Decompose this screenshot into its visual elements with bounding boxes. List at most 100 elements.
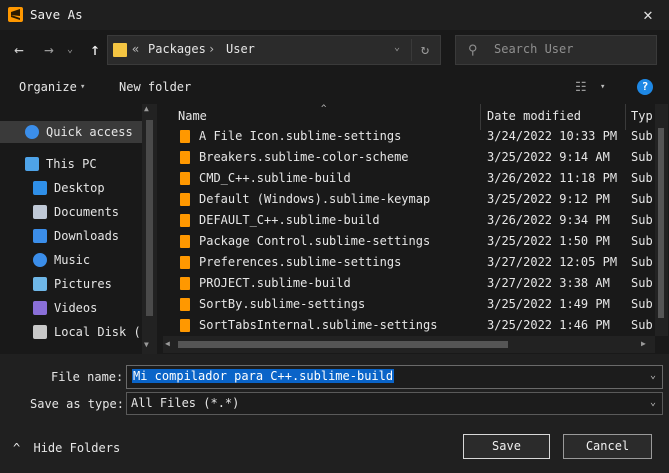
sublime-file-icon: [180, 235, 190, 248]
column-header-name[interactable]: Name: [178, 109, 207, 123]
file-row[interactable]: A File Icon.sublime-settings 3/24/2022 10…: [173, 126, 653, 147]
file-row[interactable]: SortBy.sublime-settings 3/25/2022 1:49 PM…: [173, 294, 653, 315]
column-header-type[interactable]: Typ: [631, 109, 653, 123]
address-bar[interactable]: « Packages › User ⌄ ↻: [107, 35, 441, 65]
cancel-button[interactable]: Cancel: [563, 434, 652, 459]
sublime-file-icon: [180, 319, 190, 332]
scroll-right-icon[interactable]: ▶: [641, 339, 646, 348]
close-button[interactable]: ✕: [635, 3, 661, 27]
hide-folders-label: Hide Folders: [33, 441, 121, 455]
sublime-file-icon: [180, 256, 190, 269]
date-modified-cell: 3/25/2022 1:49 PM: [487, 297, 610, 311]
save-as-type-dropdown-icon[interactable]: ⌄: [650, 397, 656, 408]
title-bar: [0, 0, 669, 30]
sidebar-item-label: Downloads: [54, 229, 120, 243]
sidebar-item-pictures[interactable]: Pictures: [0, 273, 142, 295]
sidebar-item-label: Music: [54, 253, 91, 267]
pictures-icon: [33, 277, 47, 291]
organize-button[interactable]: Organize: [19, 80, 77, 94]
date-modified-cell: 3/27/2022 12:05 PM: [487, 255, 618, 269]
window-title: Save As: [30, 7, 83, 22]
desktop-icon: [33, 181, 47, 195]
refresh-icon[interactable]: ↻: [411, 39, 438, 61]
sidebar-item-label: Pictures: [54, 277, 112, 291]
sidebar-item-documents[interactable]: Documents: [0, 201, 142, 223]
file-name-dropdown-icon[interactable]: ⌄: [650, 370, 656, 381]
file-name-input[interactable]: Mi compilador para C++.sublime-build: [132, 369, 395, 383]
type-cell: Sub: [631, 318, 653, 332]
nav-scroll-up-icon[interactable]: ▲: [144, 104, 149, 113]
file-list-scrollbar-thumb[interactable]: [658, 128, 664, 318]
type-cell: Sub: [631, 255, 653, 269]
forward-arrow-icon[interactable]: →: [37, 38, 61, 62]
file-name-cell: CMD_C++.sublime-build: [199, 171, 351, 185]
save-button[interactable]: Save: [463, 434, 550, 459]
breadcrumb-packages[interactable]: Packages: [148, 42, 206, 56]
downloads-icon: [33, 229, 47, 243]
file-name-cell: Preferences.sublime-settings: [199, 255, 402, 269]
file-row[interactable]: Preferences.sublime-settings 3/27/2022 12…: [173, 252, 653, 273]
file-list: Name ^ Date modified Typ A File Icon.sub…: [163, 104, 668, 336]
view-options-icon[interactable]: ☷: [575, 80, 587, 95]
sublime-file-icon: [180, 130, 190, 143]
address-dropdown-icon[interactable]: ⌄: [394, 42, 400, 53]
sidebar-item-downloads[interactable]: Downloads: [0, 225, 142, 247]
file-row[interactable]: Default (Windows).sublime-keymap 3/25/202…: [173, 189, 653, 210]
file-row[interactable]: SortTabsInternal.sublime-settings 3/25/20…: [173, 315, 653, 336]
file-row[interactable]: CMD_C++.sublime-build 3/26/2022 11:18 PM S…: [173, 168, 653, 189]
chevron-up-icon: ^: [13, 441, 21, 455]
horizontal-scrollbar-thumb[interactable]: [178, 341, 508, 348]
sidebar-item-local-disk[interactable]: Local Disk (: [0, 321, 142, 343]
file-row[interactable]: DEFAULT_C++.sublime-build 3/26/2022 9:34 …: [173, 210, 653, 231]
file-name-cell: Package Control.sublime-settings: [199, 234, 431, 248]
date-modified-cell: 3/26/2022 11:18 PM: [487, 171, 618, 185]
sidebar-item-label: Documents: [54, 205, 120, 219]
sidebar-item-quick-access[interactable]: Quick access: [0, 121, 142, 143]
sublime-file-icon: [180, 193, 190, 206]
scroll-left-icon[interactable]: ◀: [165, 339, 170, 348]
file-name-cell: Default (Windows).sublime-keymap: [199, 192, 431, 206]
sublime-file-icon: [180, 151, 190, 164]
sublime-file-icon: [180, 172, 190, 185]
breadcrumb-user[interactable]: User: [226, 42, 255, 56]
back-arrow-icon[interactable]: ←: [7, 38, 31, 62]
new-folder-button[interactable]: New folder: [119, 80, 191, 94]
date-modified-cell: 3/27/2022 3:38 AM: [487, 276, 610, 290]
sidebar-item-desktop[interactable]: Desktop: [0, 177, 142, 199]
file-name-field[interactable]: Mi compilador para C++.sublime-build ⌄: [126, 365, 663, 389]
disk-icon: [33, 325, 47, 339]
hide-folders-button[interactable]: ^ Hide Folders: [13, 441, 120, 455]
nav-scrollbar-thumb[interactable]: [146, 120, 153, 316]
sidebar-item-label: This PC: [46, 157, 97, 171]
sidebar-item-this-pc[interactable]: This PC: [0, 153, 142, 175]
file-name-cell: Breakers.sublime-color-scheme: [199, 150, 409, 164]
view-options-chevron-icon[interactable]: ▾: [600, 82, 605, 92]
sidebar-item-music[interactable]: Music: [0, 249, 142, 271]
file-name-cell: SortTabsInternal.sublime-settings: [199, 318, 438, 332]
help-icon[interactable]: ?: [637, 79, 653, 95]
file-row[interactable]: PROJECT.sublime-build 3/27/2022 3:38 AM Su…: [173, 273, 653, 294]
file-row[interactable]: Package Control.sublime-settings 3/25/202…: [173, 231, 653, 252]
type-cell: Sub: [631, 171, 653, 185]
column-header-date-modified[interactable]: Date modified: [487, 109, 581, 123]
sublime-file-icon: [180, 214, 190, 227]
file-name-label: File name:: [51, 370, 124, 384]
sidebar-item-videos[interactable]: Videos: [0, 297, 142, 319]
date-modified-cell: 3/25/2022 9:12 PM: [487, 192, 610, 206]
recent-locations-chevron-icon[interactable]: ⌄: [62, 38, 78, 62]
search-icon: ⚲: [468, 43, 478, 58]
breadcrumb-separator-icon[interactable]: ›: [208, 42, 215, 56]
file-row[interactable]: Breakers.sublime-color-scheme 3/25/2022 9…: [173, 147, 653, 168]
organize-chevron-icon[interactable]: ▾: [80, 82, 85, 92]
breadcrumb-overflow-icon[interactable]: «: [132, 42, 139, 56]
nav-scroll-down-icon[interactable]: ▼: [144, 340, 149, 349]
up-folder-icon[interactable]: ↑: [83, 38, 107, 62]
sublime-file-icon: [180, 298, 190, 311]
search-box[interactable]: ⚲: [455, 35, 657, 65]
sublime-app-icon: [8, 7, 23, 22]
navigation-pane: Quick access This PC Desktop Documents Downl…: [0, 104, 157, 354]
search-input[interactable]: [494, 42, 654, 56]
sublime-file-icon: [180, 277, 190, 290]
save-as-type-select[interactable]: All Files (*.*) ⌄: [126, 392, 663, 415]
type-cell: Sub: [631, 150, 653, 164]
